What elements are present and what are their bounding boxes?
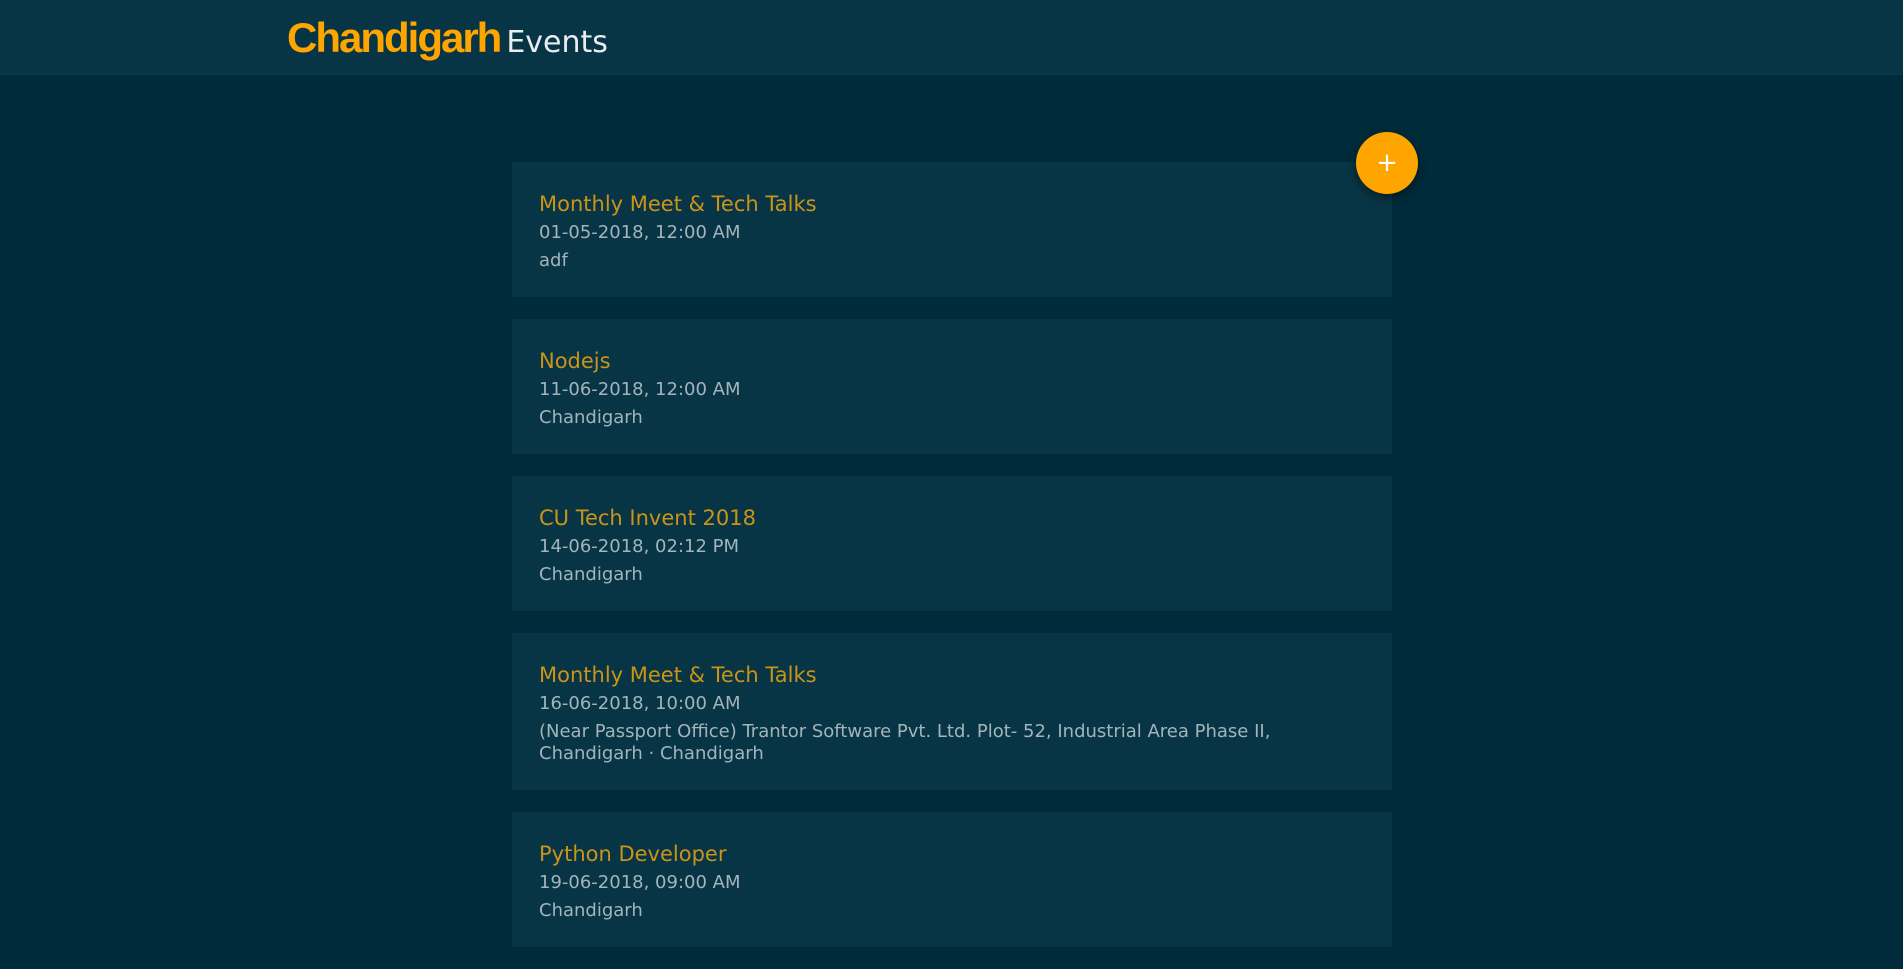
event-card[interactable]: Monthly Meet & Tech Talks 16-06-2018, 10…	[512, 633, 1392, 790]
event-card[interactable]: CU Tech Invent 2018 14-06-2018, 02:12 PM…	[512, 476, 1392, 611]
event-title[interactable]: CU Tech Invent 2018	[539, 504, 1365, 532]
brand-city-name: Chandigarh	[287, 14, 502, 61]
top-navbar: Chandigarh Events	[0, 0, 1903, 75]
add-event-button[interactable]: +	[1356, 132, 1418, 194]
event-location: (Near Passport Office) Trantor Software …	[539, 721, 1271, 764]
event-card[interactable]: Nodejs 11-06-2018, 12:00 AM Chandigarh	[512, 319, 1392, 454]
event-location: Chandigarh	[539, 564, 643, 585]
event-title[interactable]: Python Developer	[539, 840, 1365, 868]
event-title[interactable]: Monthly Meet & Tech Talks	[539, 190, 1365, 218]
event-title[interactable]: Monthly Meet & Tech Talks	[539, 661, 1365, 689]
event-list: Monthly Meet & Tech Talks 01-05-2018, 12…	[512, 162, 1392, 969]
event-location: Chandigarh	[539, 407, 643, 428]
event-datetime: 11-06-2018, 12:00 AM	[539, 379, 741, 400]
event-title[interactable]: Nodejs	[539, 347, 1365, 375]
event-card[interactable]: Monthly Meet & Tech Talks 01-05-2018, 12…	[512, 162, 1392, 297]
event-datetime: 16-06-2018, 10:00 AM	[539, 693, 741, 714]
event-datetime: 01-05-2018, 12:00 AM	[539, 222, 741, 243]
brand-suffix: Events	[506, 25, 608, 60]
event-location: Chandigarh	[539, 900, 643, 921]
event-card[interactable]: Python Developer 19-06-2018, 09:00 AM Ch…	[512, 812, 1392, 947]
event-datetime: 14-06-2018, 02:12 PM	[539, 536, 740, 557]
brand-logo[interactable]: Chandigarh Events	[287, 14, 608, 62]
event-location: adf	[539, 250, 568, 271]
plus-icon: +	[1376, 148, 1398, 178]
event-datetime: 19-06-2018, 09:00 AM	[539, 872, 741, 893]
